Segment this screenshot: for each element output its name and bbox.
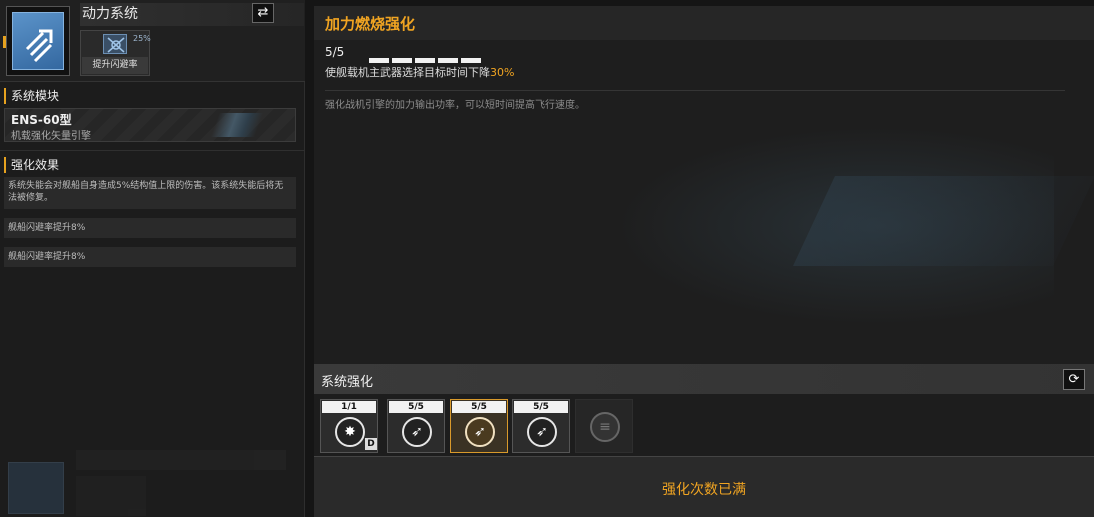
enhance-slot[interactable]: ≡ bbox=[575, 399, 633, 453]
effect-item: 舰船闪避率提升8% bbox=[4, 247, 296, 267]
level-pip bbox=[369, 58, 389, 63]
background-ship-art bbox=[793, 176, 1094, 266]
system-icon-frame[interactable] bbox=[6, 6, 70, 76]
faded-system-icon bbox=[8, 462, 64, 514]
module-chip[interactable]: 25% 提升闪避率 bbox=[80, 30, 151, 76]
enhance-slot[interactable]: 5/5 ➶ bbox=[387, 399, 445, 453]
module-ship-icon bbox=[210, 113, 264, 137]
upgrade-description: 使舰载机主武器选择目标时间下降30% bbox=[325, 64, 514, 80]
upgrade-title-strip bbox=[314, 6, 1094, 40]
upgrade-level: 5/5 bbox=[325, 45, 344, 59]
faded-background-card bbox=[0, 450, 305, 517]
faded-chip bbox=[76, 476, 146, 516]
level-pip bbox=[461, 58, 481, 63]
jet-icon: ➶ bbox=[527, 417, 557, 447]
status-full-text: 强化次数已满 bbox=[662, 482, 746, 498]
desc-value: 30% bbox=[490, 66, 515, 79]
enhance-slot[interactable]: 1/1 ✸ D bbox=[320, 399, 378, 453]
refresh-button[interactable]: ⟳ bbox=[1063, 369, 1085, 390]
slot-level: 5/5 bbox=[389, 401, 443, 413]
slot-level: 5/5 bbox=[514, 401, 568, 413]
level-pip bbox=[415, 58, 435, 63]
right-panel: 加力燃烧强化 5/5 使舰载机主武器选择目标时间下降30% 强化战机引擎的加力输… bbox=[314, 6, 1094, 517]
swap-arrows-icon: ⇄ bbox=[257, 5, 269, 20]
chip-label: 提升闪避率 bbox=[82, 57, 148, 74]
system-enhance-bar: 系统强化 ⟳ bbox=[314, 364, 1094, 394]
engine-system-icon bbox=[12, 12, 64, 70]
burst-icon: ✸ bbox=[335, 417, 365, 447]
slot-level: 1/1 bbox=[322, 401, 376, 413]
level-pips bbox=[369, 48, 484, 63]
level-current: 5 bbox=[325, 45, 333, 59]
status-bar: 强化次数已满 bbox=[314, 456, 1094, 517]
enhance-slot[interactable]: 5/5 ➶ bbox=[450, 399, 508, 453]
slot-tag: D bbox=[365, 438, 377, 450]
upgrade-flavor-text: 强化战机引擎的加力输出功率，可以短时间提高飞行速度。 bbox=[325, 100, 585, 111]
system-header: 动力系统 ⇄ 25% 提升闪避率 bbox=[0, 0, 305, 82]
jet-icon: ➶ bbox=[465, 417, 495, 447]
jet-icon: ➶ bbox=[402, 417, 432, 447]
left-panel: 动力系统 ⇄ 25% 提升闪避率 系统模块 ENS-60型 机载强化矢量引擎 强… bbox=[0, 0, 305, 517]
level-pip bbox=[438, 58, 458, 63]
faded-title-bar bbox=[76, 450, 286, 470]
refresh-icon: ⟳ bbox=[1068, 372, 1080, 387]
swap-button[interactable]: ⇄ bbox=[252, 3, 274, 23]
level-pip bbox=[392, 58, 412, 63]
level-max: /5 bbox=[332, 45, 345, 59]
crosshair-icon bbox=[103, 34, 127, 54]
module-heading: 系统模块 bbox=[4, 88, 59, 104]
upgrade-title: 加力燃烧强化 bbox=[325, 15, 416, 33]
effect-item: 系统失能会对舰船自身造成5%结构值上限的伤害。该系统失能后将无法被修复。 bbox=[4, 177, 296, 209]
desc-prefix: 使舰载机主武器选择目标时间下降 bbox=[325, 66, 490, 79]
system-enhance-heading: 系统强化 bbox=[321, 375, 374, 390]
divider bbox=[325, 90, 1065, 91]
effects-heading: 强化效果 bbox=[4, 157, 59, 173]
locked-icon: ≡ bbox=[590, 412, 620, 442]
effect-item: 舰船闪避率提升8% bbox=[4, 218, 296, 238]
slot-level: 5/5 bbox=[452, 401, 506, 413]
enhance-slot[interactable]: 5/5 ➶ bbox=[512, 399, 570, 453]
enhance-slots: 1/1 ✸ D 5/5 ➶ 5/5 ➶ 5/5 ➶ ≡ bbox=[314, 394, 1094, 456]
module-name: ENS-60型 bbox=[11, 113, 72, 127]
module-card[interactable]: ENS-60型 机载强化矢量引擎 bbox=[4, 108, 296, 142]
chip-percent: 25% bbox=[133, 34, 151, 43]
divider bbox=[0, 150, 305, 151]
module-subtitle: 机载强化矢量引擎 bbox=[11, 131, 91, 142]
